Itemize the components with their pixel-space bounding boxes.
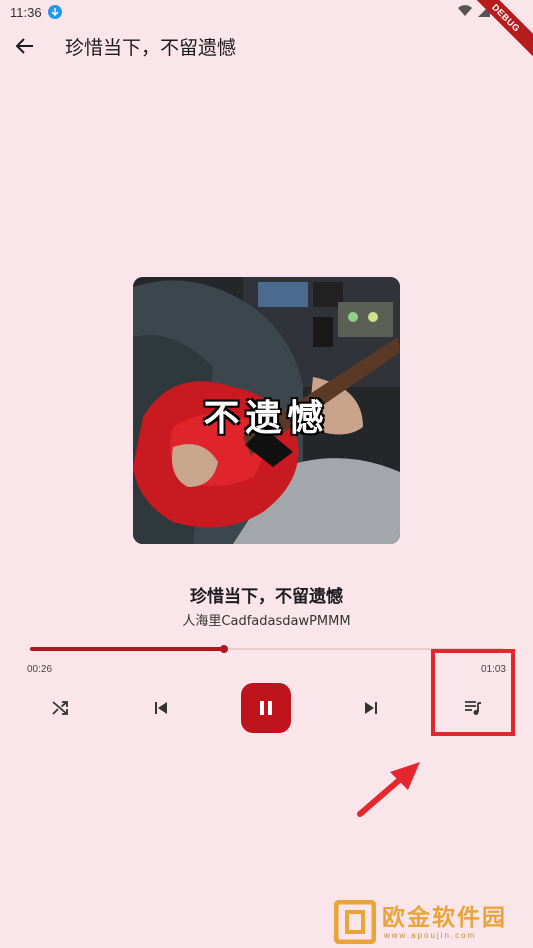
pause-button[interactable]	[241, 683, 291, 733]
arrow-back-icon	[16, 38, 33, 54]
status-time: 11:36	[10, 4, 42, 20]
progress-fill	[30, 647, 224, 651]
progress-thumb[interactable]	[219, 645, 228, 653]
download-icon	[47, 5, 62, 19]
previous-button[interactable]	[141, 688, 181, 728]
wifi-icon	[458, 5, 472, 17]
back-button[interactable]	[3, 26, 47, 66]
shuffle-icon	[52, 701, 68, 715]
annotation-highlight-box	[431, 649, 515, 736]
status-bar: 11:36	[0, 0, 533, 24]
cover-overlay-text: 不遗憾	[203, 398, 330, 439]
song-title: 珍惜当下，不留遗憾	[190, 587, 343, 607]
shuffle-button[interactable]	[40, 688, 80, 728]
pause-icon	[260, 701, 272, 715]
app-bar: 珍惜当下，不留遗憾	[0, 26, 533, 66]
watermark-brand: 欧金软件园	[382, 904, 507, 931]
skip-previous-icon	[155, 702, 167, 714]
watermark: 欧金软件园 www.apoujin.com	[334, 899, 530, 945]
next-button[interactable]	[351, 688, 391, 728]
elapsed-time: 00:26	[27, 664, 53, 675]
watermark-logo-icon	[334, 900, 376, 944]
page-title: 珍惜当下，不留遗憾	[65, 36, 237, 59]
skip-next-icon	[365, 702, 377, 714]
song-artist: 人海里CadfadasdawPMMM	[182, 614, 351, 629]
album-cover: 不遗憾	[133, 277, 400, 544]
watermark-url: www.apoujin.com	[384, 930, 477, 940]
annotation-arrow-icon	[357, 762, 420, 817]
